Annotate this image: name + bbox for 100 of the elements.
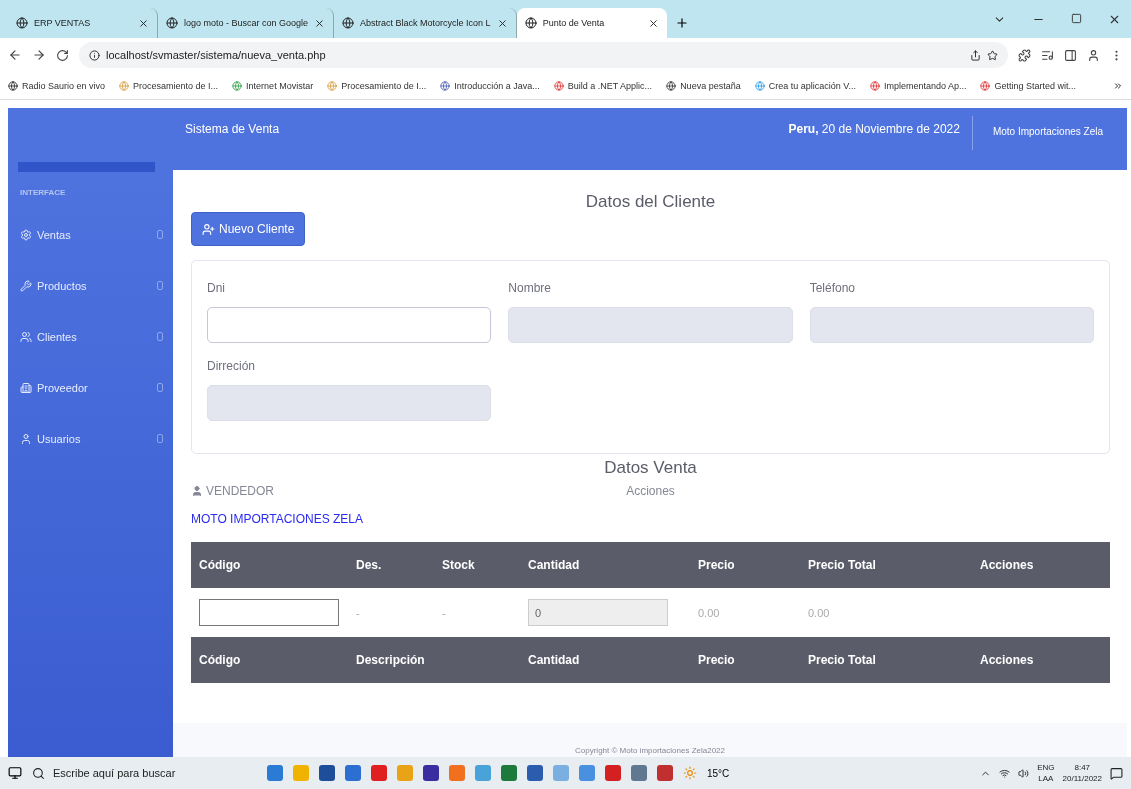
temperature: 15°C xyxy=(707,767,730,779)
reload-icon[interactable] xyxy=(56,48,69,62)
close-icon[interactable] xyxy=(1108,13,1121,26)
column-header: Cantidad xyxy=(527,653,581,667)
favicon-icon xyxy=(119,80,130,91)
close-icon[interactable] xyxy=(496,17,508,29)
bookmark[interactable]: Radio Saurio en vivo xyxy=(8,80,106,91)
user-plus-icon xyxy=(202,222,215,236)
column-header: Precio xyxy=(697,558,736,572)
field-label: Nombre xyxy=(508,281,552,297)
browser-tab[interactable]: Abstract Black Motorcycle Icon L xyxy=(334,8,517,38)
bookmark[interactable]: Build a .NET Applic... xyxy=(553,80,653,91)
date-text: Peru, 20 de Noviembre de 2022 xyxy=(788,122,960,136)
sidebar-item[interactable]: Ventas xyxy=(8,209,173,260)
building-icon xyxy=(20,381,32,394)
wifi-icon[interactable] xyxy=(999,767,1011,779)
app-title: Sistema de Venta xyxy=(185,122,281,136)
side-panel-icon[interactable] xyxy=(1064,48,1077,62)
favicon-icon xyxy=(8,80,18,91)
user-icon xyxy=(191,485,203,497)
table-cell-text: 0.00 xyxy=(697,606,721,619)
bookmark[interactable]: Nueva pestaña xyxy=(666,80,741,91)
column-header: Des. xyxy=(355,558,383,572)
bookmark[interactable]: Introducción a Java... xyxy=(440,80,540,91)
section-title: Datos del Cliente xyxy=(584,192,717,212)
favicon-icon xyxy=(166,17,178,29)
app-icon[interactable] xyxy=(423,765,439,781)
column-header: Cantidad xyxy=(527,558,581,572)
volume-icon[interactable] xyxy=(1018,767,1030,779)
sidebar-item[interactable]: Productos xyxy=(8,260,173,311)
favicon-icon xyxy=(754,80,765,91)
close-icon[interactable] xyxy=(647,17,659,29)
search-icon xyxy=(32,766,45,780)
weather-icon xyxy=(683,766,697,780)
column-header: Acciones xyxy=(979,653,1035,667)
browser-tab[interactable]: logo moto - Buscar con Google xyxy=(158,8,335,38)
favicon-icon xyxy=(980,80,991,91)
extensions-icon[interactable] xyxy=(1018,48,1031,62)
favicon-icon xyxy=(342,17,355,29)
more-bookmarks-icon[interactable] xyxy=(1113,80,1123,91)
table-cell-text: 0.00 xyxy=(807,606,831,619)
forward-icon[interactable] xyxy=(32,48,46,62)
maximize-icon[interactable] xyxy=(1071,13,1082,24)
language-indicator[interactable]: ENG LAA xyxy=(1037,762,1055,784)
new-client-button[interactable]: Nuevo Cliente xyxy=(191,212,306,246)
share-icon[interactable] xyxy=(970,49,981,61)
favicon-icon xyxy=(16,17,28,29)
field-label: Teléfono xyxy=(809,281,857,297)
address-bar[interactable]: localhost/svmaster/sistema/nueva_venta.php xyxy=(79,42,1008,68)
column-header: Precio Total xyxy=(807,558,877,572)
code-input[interactable] xyxy=(199,599,339,626)
new-tab-icon[interactable] xyxy=(674,16,689,30)
sidebar-item[interactable]: Usuarios xyxy=(8,413,173,464)
bookmark[interactable]: Implementando Ap... xyxy=(869,80,967,91)
back-icon[interactable] xyxy=(8,48,22,62)
close-icon[interactable] xyxy=(314,17,326,29)
field-label: Dirreción xyxy=(207,359,256,375)
media-icon[interactable] xyxy=(1041,48,1054,62)
gear-icon xyxy=(20,228,32,241)
favicon-icon xyxy=(553,80,564,91)
clock[interactable]: 8:47 20/11/2022 xyxy=(1062,762,1102,784)
notifications-icon[interactable] xyxy=(1110,766,1123,780)
bookmark[interactable]: Getting Started wit... xyxy=(980,80,1076,91)
favicon-icon xyxy=(666,80,677,91)
column-header: Stock xyxy=(441,558,476,572)
column-header: Acciones xyxy=(979,558,1035,572)
close-icon[interactable] xyxy=(138,17,149,29)
bookmark[interactable]: Procesamiento de I... xyxy=(119,80,219,91)
sidebar-item[interactable]: Proveedor xyxy=(8,362,173,413)
bookmark[interactable]: Crea tu aplicación V... xyxy=(754,80,856,91)
app-icon[interactable] xyxy=(319,765,335,781)
browser-tab[interactable]: Punto de Venta xyxy=(516,8,667,38)
actions-label: Acciones xyxy=(626,484,675,498)
footer-text: Copyright © Moto importaciones Zela2022 xyxy=(575,746,725,755)
info-icon[interactable] xyxy=(89,49,100,61)
profile-icon[interactable] xyxy=(1087,48,1100,62)
input-field[interactable] xyxy=(207,307,492,343)
column-header: Código xyxy=(198,558,242,572)
favicon-icon xyxy=(232,80,243,91)
favicon-icon xyxy=(327,80,338,91)
table-cell-text: - xyxy=(441,606,447,619)
seller-name: MOTO IMPORTACIONES ZELA xyxy=(191,512,365,526)
bookmark-star-icon[interactable] xyxy=(987,49,998,61)
table-cell-text: - xyxy=(355,606,361,619)
column-header: Precio xyxy=(697,653,736,667)
taskbar-search[interactable]: Escribe aquí para buscar xyxy=(32,757,257,789)
user-icon xyxy=(20,432,32,445)
bookmark[interactable]: Procesamiento de I... xyxy=(327,80,427,91)
favicon-icon xyxy=(440,80,451,91)
sidebar-item[interactable]: Clientes xyxy=(8,311,173,362)
column-header: Código xyxy=(198,653,242,667)
wrench-icon xyxy=(20,279,32,292)
browser-tab[interactable]: ERP VENTAS xyxy=(8,8,158,38)
section-title: Datos Venta xyxy=(603,458,698,478)
start-icon[interactable] xyxy=(8,766,22,780)
user-name[interactable]: Moto Importaciones Zela xyxy=(982,122,1127,137)
column-header: Precio Total xyxy=(807,653,877,667)
users-icon xyxy=(20,330,32,343)
bookmark[interactable]: Internet Movistar xyxy=(232,80,314,91)
seller-label: VENDEDOR xyxy=(191,484,627,498)
